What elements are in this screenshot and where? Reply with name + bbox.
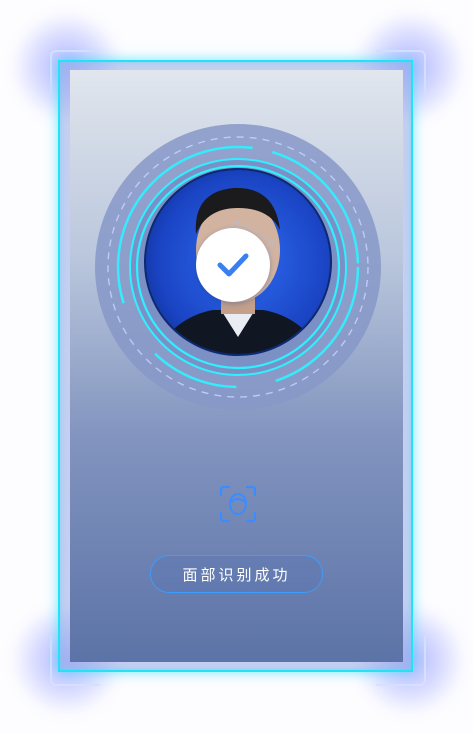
status-label: 面部识别成功 xyxy=(182,565,291,584)
face-scan-icon xyxy=(218,484,258,524)
checkmark-icon xyxy=(217,253,249,277)
success-check-badge xyxy=(196,228,270,302)
recognition-status-button[interactable]: 面部识别成功 xyxy=(150,555,323,593)
face-recognition-screen: 面部识别成功 xyxy=(0,0,473,733)
